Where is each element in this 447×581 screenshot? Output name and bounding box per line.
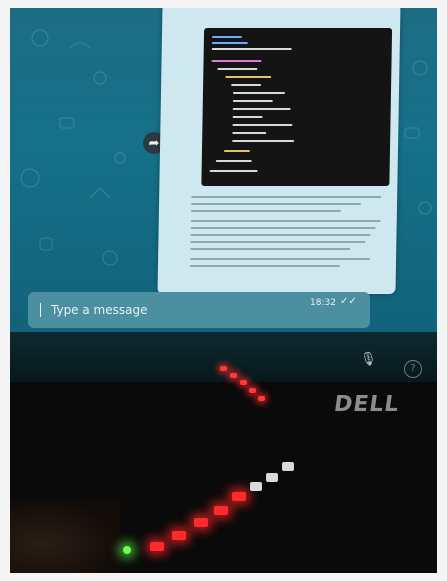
message-bubble xyxy=(157,8,401,294)
read-receipt-icon: ✓✓ xyxy=(340,296,357,307)
photo-border-top xyxy=(0,0,447,8)
microphone-icon[interactable]: 🎙 xyxy=(360,352,377,367)
led-off xyxy=(250,482,262,491)
led-reflection xyxy=(230,373,237,378)
led-reflection xyxy=(258,396,265,401)
led-reflection xyxy=(220,366,227,371)
photo-frame: ➦ Type a message 18:32 ✓✓ 🎙 ? DELL xyxy=(0,0,447,581)
laptop-screen: ➦ Type a message 18:32 ✓✓ xyxy=(10,8,437,348)
led-reflection xyxy=(249,388,256,393)
led-green xyxy=(123,546,131,554)
photo-border-bottom xyxy=(0,573,447,581)
photo-border-right xyxy=(437,0,447,581)
bubble-header xyxy=(206,10,386,18)
photo-border-left xyxy=(0,0,10,581)
help-icon[interactable]: ? xyxy=(404,360,422,378)
bubble-text xyxy=(189,196,386,272)
led-red xyxy=(194,518,208,527)
led-red xyxy=(150,542,164,551)
code-block xyxy=(201,28,393,186)
laptop-brand-logo: DELL xyxy=(332,392,402,417)
hand xyxy=(10,500,120,573)
message-input-placeholder: Type a message xyxy=(40,303,147,317)
led-off xyxy=(282,462,294,471)
led-red xyxy=(232,492,246,501)
led-reflection xyxy=(240,380,247,385)
led-off xyxy=(266,473,278,482)
message-timestamp: 18:32 xyxy=(310,298,336,308)
led-red xyxy=(172,531,186,540)
led-red xyxy=(214,506,228,515)
